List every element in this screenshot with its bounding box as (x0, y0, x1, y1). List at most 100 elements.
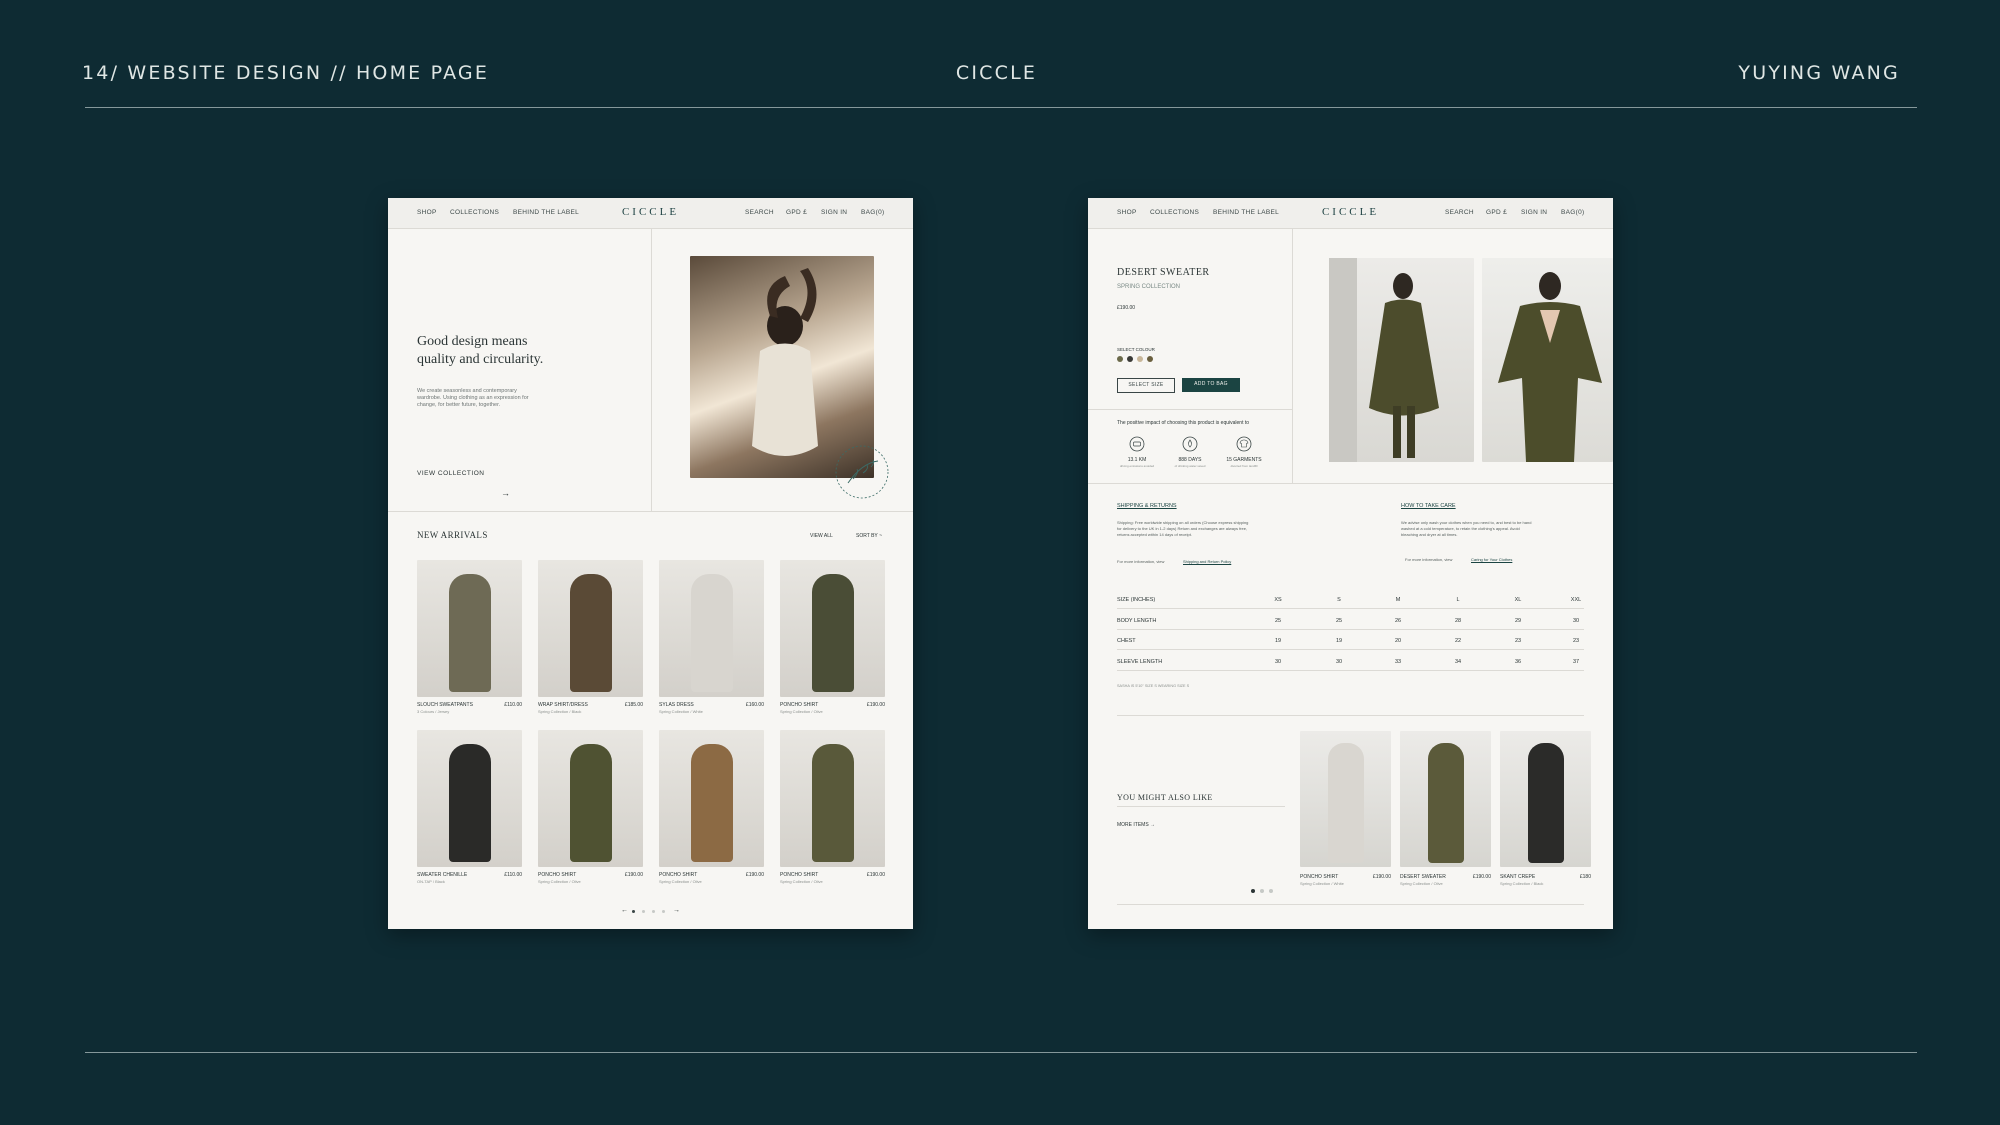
size-table-header: XXL (1570, 597, 1582, 603)
product-name[interactable]: WRAP SHIRT/DRESS (538, 702, 588, 708)
how-to-take-care-heading[interactable]: HOW TO TAKE CARE (1401, 503, 1456, 509)
product-name[interactable]: PONCHO SHIRT (780, 702, 818, 708)
size-table-cell: 30 (1274, 658, 1282, 665)
related-product-subtitle: Spring Collection / Olive (1400, 881, 1443, 886)
size-table-cell: 23 (1514, 638, 1522, 644)
product-name[interactable]: SYLAS DRESS (659, 702, 694, 708)
colour-swatch[interactable] (1137, 356, 1143, 362)
size-table-cell: 36 (1514, 658, 1522, 665)
product-name[interactable]: SLOUCH SWEATPANTS (417, 702, 473, 708)
more-items-link[interactable]: MORE ITEMS → (1117, 822, 1155, 828)
nav-currency[interactable]: GPD £ (1486, 209, 1507, 216)
product-name[interactable]: PONCHO SHIRT (659, 872, 697, 878)
nav-currency[interactable]: GPD £ (786, 209, 807, 216)
size-table-rule (1117, 608, 1584, 609)
care-guide-link[interactable]: Caring for Your Clothes (1471, 557, 1512, 562)
size-table-cell: 30 (1572, 617, 1580, 624)
nav-sign-in[interactable]: SIGN IN (1521, 209, 1547, 216)
size-table-cell: 25 (1274, 617, 1282, 624)
product-name[interactable]: SWEATER CHENILLE (417, 872, 467, 878)
pager-dot[interactable] (642, 910, 645, 913)
care-body-2: washed at a cold temperature, to retain … (1401, 526, 1520, 531)
related-product-image[interactable] (1400, 731, 1491, 867)
nav-bag[interactable]: BAG(0) (861, 209, 884, 216)
select-size-button[interactable]: SELECT SIZE (1117, 378, 1175, 393)
view-collection-arrow-icon[interactable]: → (501, 488, 510, 498)
related-product-name[interactable]: SKANT CREPE (1500, 874, 1535, 880)
select-colour-label: SELECT COLOUR (1117, 347, 1155, 352)
nav-bag[interactable]: BAG(0) (1561, 209, 1584, 216)
related-product-name[interactable]: PONCHO SHIRT (1300, 874, 1338, 880)
pager-dot-active[interactable] (632, 910, 635, 913)
size-table-cell: 19 (1274, 638, 1282, 644)
size-table-header: XS (1274, 597, 1282, 603)
product-price: £160.00 (745, 702, 764, 708)
home-page-mockup: SHOP COLLECTIONS BEHIND THE LABEL CICCLE… (388, 198, 913, 929)
colour-swatch[interactable] (1147, 356, 1153, 362)
product-figure (449, 744, 491, 862)
size-table-cell: 20 (1394, 638, 1402, 644)
site-nav: SHOP COLLECTIONS BEHIND THE LABEL CICCLE… (1088, 198, 1613, 229)
hero-title-line-2: quality and circularity. (417, 352, 544, 367)
shipping-returns-heading[interactable]: SHIPPING & RETURNS (1117, 503, 1177, 509)
size-note: SASHA IS 5'10" SIZE S WEARING SIZE S (1117, 684, 1190, 688)
product-figure (812, 574, 854, 692)
product-subtitle: Spring Collection / White (659, 709, 703, 714)
related-product-name[interactable]: DESERT SWEATER (1400, 874, 1446, 880)
water-drop-icon (1182, 436, 1198, 452)
hero-title-line-1: Good design means (417, 334, 528, 349)
colour-swatch[interactable] (1117, 356, 1123, 362)
shipping-policy-link[interactable]: Shipping and Return Policy (1183, 559, 1231, 564)
pager-next-icon[interactable]: → (673, 907, 680, 914)
hero-body-2: wardrobe. Using clothing as an expressio… (417, 395, 529, 401)
impact-title: The positive impact of choosing this pro… (1117, 420, 1250, 426)
pager-dot[interactable] (662, 910, 665, 913)
product-name[interactable]: PONCHO SHIRT (780, 872, 818, 878)
related-product-figure (1428, 743, 1464, 863)
add-to-bag-button[interactable]: ADD TO BAG (1182, 378, 1240, 392)
hero-body-3: change, for better future, together. (417, 402, 501, 408)
slide-brand-title: CICCLE (955, 62, 1038, 84)
product-image[interactable] (417, 730, 522, 867)
size-table-cell: 26 (1394, 617, 1402, 624)
nav-search[interactable]: SEARCH (745, 209, 774, 216)
related-product-figure (1328, 743, 1364, 863)
shipping-body-1: Shipping: Free worldwide shipping on all… (1117, 520, 1249, 525)
product-image[interactable] (780, 560, 885, 697)
product-image[interactable] (538, 730, 643, 867)
colour-swatch[interactable] (1127, 356, 1133, 362)
product-name[interactable]: PONCHO SHIRT (538, 872, 576, 878)
product-image[interactable] (538, 560, 643, 697)
view-collection-link[interactable]: VIEW COLLECTION (417, 470, 484, 477)
pager-prev-icon[interactable]: ← (621, 907, 628, 914)
related-product-image[interactable] (1300, 731, 1391, 867)
you-might-also-like-heading: YOU MIGHT ALSO LIKE (1117, 793, 1213, 802)
care-body-1: We advise only wash your clothes when yo… (1401, 520, 1532, 525)
related-product-price: £190.00 (1472, 874, 1491, 880)
carousel-dot-active[interactable] (1251, 889, 1255, 893)
size-table-cell: 37 (1572, 658, 1580, 665)
pager-dot[interactable] (652, 910, 655, 913)
car-icon (1129, 436, 1145, 452)
site-nav: SHOP COLLECTIONS BEHIND THE LABEL CICCLE… (388, 198, 913, 229)
also-like-underline (1117, 806, 1285, 807)
size-table-cell: CHEST (1117, 638, 1136, 644)
product-info-rule (1088, 409, 1292, 410)
nav-search[interactable]: SEARCH (1445, 209, 1474, 216)
product-image[interactable] (659, 730, 764, 867)
shipping-body-3: returns accepted within 14 days of recei… (1117, 532, 1192, 537)
care-more-text: For more information, view (1405, 557, 1453, 562)
view-all-link[interactable]: VIEW ALL (810, 533, 833, 539)
product-image[interactable] (780, 730, 885, 867)
sort-by-dropdown[interactable]: SORT BY ~ (856, 533, 882, 539)
impact-days: 888 DAYS (1178, 457, 1202, 463)
carousel-dot[interactable] (1269, 889, 1273, 893)
product-image[interactable] (659, 560, 764, 697)
impact-days-sub: of drinking water saved (1174, 464, 1206, 468)
nav-sign-in[interactable]: SIGN IN (821, 209, 847, 216)
carousel-dot[interactable] (1260, 889, 1264, 893)
product-price: £190.00 (624, 872, 643, 878)
product-image[interactable] (417, 560, 522, 697)
related-product-image[interactable] (1500, 731, 1591, 867)
related-product-price: £190.00 (1372, 874, 1391, 880)
